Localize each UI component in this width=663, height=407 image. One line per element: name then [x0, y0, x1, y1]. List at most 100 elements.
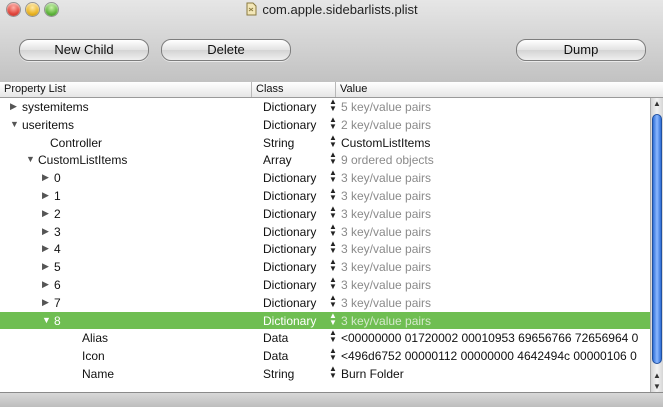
- disclosure-triangle-collapsed-icon[interactable]: ▶: [42, 172, 49, 183]
- row-value[interactable]: 3 key/value pairs: [341, 260, 431, 274]
- outline-row[interactable]: Controller String ▲ ▼ CustomListItems: [0, 133, 650, 152]
- row-class[interactable]: Data: [263, 349, 288, 363]
- row-class[interactable]: Dictionary: [263, 189, 316, 203]
- row-value[interactable]: <496d6752 00000112 00000000 4642494c 000…: [341, 349, 637, 363]
- row-class[interactable]: Dictionary: [263, 225, 316, 239]
- outline-row[interactable]: ▶ 3 Dictionary ▲ ▼ 3 key/value pairs: [0, 222, 650, 241]
- outline-row[interactable]: ▶ 2 Dictionary ▲ ▼ 3 key/value pairs: [0, 204, 650, 223]
- dump-button[interactable]: Dump: [516, 39, 646, 61]
- row-value[interactable]: 3 key/value pairs: [341, 296, 431, 310]
- class-popup-stepper-icon[interactable]: ▲ ▼: [329, 133, 337, 148]
- class-popup-stepper-icon[interactable]: ▲ ▼: [329, 222, 337, 237]
- outline-row[interactable]: ▶ 4 Dictionary ▲ ▼ 3 key/value pairs: [0, 240, 650, 258]
- class-popup-stepper-icon[interactable]: ▲ ▼: [329, 98, 337, 113]
- row-class[interactable]: Data: [263, 331, 288, 345]
- disclosure-triangle-expanded-icon[interactable]: ▼: [10, 119, 19, 129]
- row-key-name[interactable]: 7: [54, 296, 61, 310]
- class-popup-stepper-icon[interactable]: ▲ ▼: [329, 240, 337, 255]
- disclosure-triangle-collapsed-icon[interactable]: ▶: [10, 101, 17, 112]
- vertical-scrollbar[interactable]: ▲ ▲ ▼: [650, 98, 663, 392]
- row-value[interactable]: 2 key/value pairs: [341, 118, 431, 132]
- row-class[interactable]: Dictionary: [263, 118, 316, 132]
- class-popup-stepper-icon[interactable]: ▲ ▼: [329, 204, 337, 219]
- disclosure-triangle-expanded-icon[interactable]: ▼: [26, 154, 35, 164]
- row-key-name[interactable]: Alias: [82, 331, 108, 345]
- row-class[interactable]: Dictionary: [263, 242, 316, 256]
- row-value[interactable]: 3 key/value pairs: [341, 171, 431, 185]
- row-class[interactable]: String: [263, 367, 294, 381]
- scrollbar-thumb[interactable]: [652, 114, 662, 364]
- row-class[interactable]: Dictionary: [263, 260, 316, 274]
- row-key-name[interactable]: 1: [54, 189, 61, 203]
- row-value[interactable]: 3 key/value pairs: [341, 278, 431, 292]
- class-popup-stepper-icon[interactable]: ▲ ▼: [329, 311, 337, 326]
- row-key-name[interactable]: 4: [54, 242, 61, 256]
- row-key-name[interactable]: Name: [82, 367, 114, 381]
- row-class[interactable]: Dictionary: [263, 278, 316, 292]
- row-class[interactable]: String: [263, 136, 294, 150]
- row-value[interactable]: 3 key/value pairs: [341, 207, 431, 221]
- row-key-name[interactable]: Icon: [82, 349, 105, 363]
- class-popup-stepper-icon[interactable]: ▲ ▼: [329, 115, 337, 130]
- outline-row[interactable]: ▼ CustomListItems Array ▲ ▼ 9 ordered objects: [0, 151, 650, 169]
- outline-row[interactable]: ▼ 8 Dictionary ▲ ▼ 3 key/value pairs: [0, 311, 650, 330]
- row-key-name[interactable]: 0: [54, 171, 61, 185]
- row-class[interactable]: Dictionary: [263, 207, 316, 221]
- class-popup-stepper-icon[interactable]: ▲ ▼: [329, 151, 337, 166]
- column-header-value[interactable]: Value: [336, 82, 649, 97]
- class-popup-stepper-icon[interactable]: ▲ ▼: [329, 329, 337, 344]
- row-value[interactable]: <00000000 01720002 00010953 69656766 726…: [341, 331, 638, 345]
- scroll-up-icon[interactable]: ▲: [652, 99, 662, 108]
- outline-row[interactable]: ▶ 1 Dictionary ▲ ▼ 3 key/value pairs: [0, 186, 650, 205]
- disclosure-triangle-collapsed-icon[interactable]: ▶: [42, 261, 49, 272]
- row-key-name[interactable]: 3: [54, 225, 61, 239]
- disclosure-triangle-collapsed-icon[interactable]: ▶: [42, 226, 49, 237]
- outline-row[interactable]: ▶ systemitems Dictionary ▲ ▼ 5 key/value pair…: [0, 98, 650, 116]
- row-value[interactable]: 5 key/value pairs: [341, 100, 431, 114]
- row-value[interactable]: 3 key/value pairs: [341, 225, 431, 239]
- outline-row[interactable]: Icon Data ▲ ▼ <496d6752 00000112 00000000 46…: [0, 347, 650, 365]
- outline-row[interactable]: ▶ 6 Dictionary ▲ ▼ 3 key/value pairs: [0, 275, 650, 294]
- row-key-name[interactable]: 8: [54, 314, 61, 328]
- property-list-outline[interactable]: ▶ systemitems Dictionary ▲ ▼ 5 key/value pair…: [0, 98, 650, 392]
- row-class[interactable]: Dictionary: [263, 100, 316, 114]
- disclosure-triangle-collapsed-icon[interactable]: ▶: [42, 243, 49, 254]
- outline-row[interactable]: Name String ▲ ▼ Burn Folder: [0, 364, 650, 383]
- row-value[interactable]: 9 ordered objects: [341, 153, 434, 167]
- row-value[interactable]: 3 key/value pairs: [341, 314, 431, 328]
- row-class[interactable]: Dictionary: [263, 314, 316, 328]
- class-popup-stepper-icon[interactable]: ▲ ▼: [329, 186, 337, 201]
- row-key-name[interactable]: systemitems: [22, 100, 89, 114]
- row-class[interactable]: Dictionary: [263, 171, 316, 185]
- row-value[interactable]: 3 key/value pairs: [341, 189, 431, 203]
- class-popup-stepper-icon[interactable]: ▲ ▼: [329, 293, 337, 308]
- class-popup-stepper-icon[interactable]: ▲ ▼: [329, 275, 337, 290]
- scroll-up-arrow-icon[interactable]: ▲: [652, 371, 662, 380]
- row-key-name[interactable]: 5: [54, 260, 61, 274]
- column-header-property-list[interactable]: Property List: [0, 82, 252, 97]
- class-popup-stepper-icon[interactable]: ▲ ▼: [329, 364, 337, 379]
- class-popup-stepper-icon[interactable]: ▲ ▼: [329, 169, 337, 184]
- row-key-name[interactable]: 2: [54, 207, 61, 221]
- row-value[interactable]: Burn Folder: [341, 367, 404, 381]
- row-key-name[interactable]: Controller: [50, 136, 102, 150]
- outline-row[interactable]: ▶ 5 Dictionary ▲ ▼ 3 key/value pairs: [0, 258, 650, 276]
- row-value[interactable]: CustomListItems: [341, 136, 430, 150]
- disclosure-triangle-collapsed-icon[interactable]: ▶: [42, 279, 49, 290]
- outline-row[interactable]: ▼ useritems Dictionary ▲ ▼ 2 key/value pairs: [0, 115, 650, 134]
- disclosure-triangle-expanded-icon[interactable]: ▼: [42, 315, 51, 325]
- outline-row[interactable]: ▶ 7 Dictionary ▲ ▼ 3 key/value pairs: [0, 293, 650, 312]
- row-key-name[interactable]: 6: [54, 278, 61, 292]
- row-class[interactable]: Array: [263, 153, 292, 167]
- disclosure-triangle-collapsed-icon[interactable]: ▶: [42, 297, 49, 308]
- scroll-down-icon[interactable]: ▼: [652, 382, 662, 391]
- outline-row[interactable]: Alias Data ▲ ▼ <00000000 01720002 00010953 6…: [0, 329, 650, 347]
- new-child-button[interactable]: New Child: [19, 39, 149, 61]
- disclosure-triangle-collapsed-icon[interactable]: ▶: [42, 208, 49, 219]
- row-value[interactable]: 3 key/value pairs: [341, 242, 431, 256]
- class-popup-stepper-icon[interactable]: ▲ ▼: [329, 258, 337, 273]
- disclosure-triangle-collapsed-icon[interactable]: ▶: [42, 190, 49, 201]
- row-key-name[interactable]: useritems: [22, 118, 74, 132]
- row-class[interactable]: Dictionary: [263, 296, 316, 310]
- outline-row[interactable]: ▶ 0 Dictionary ▲ ▼ 3 key/value pairs: [0, 169, 650, 187]
